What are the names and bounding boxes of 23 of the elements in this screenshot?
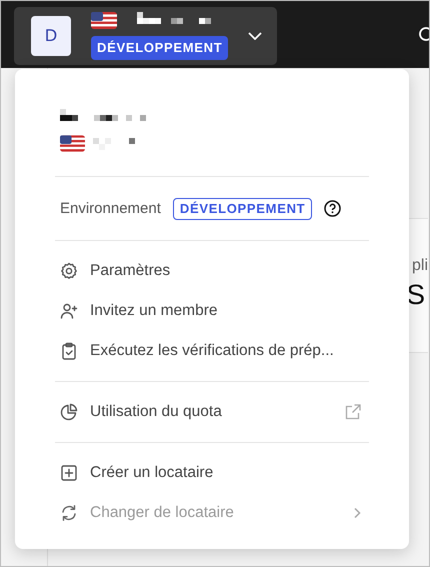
tenant-switcher-button[interactable]: D DÉVELOPPEMENT xyxy=(14,6,277,64)
help-icon[interactable] xyxy=(324,200,342,217)
us-flag-icon xyxy=(60,135,85,152)
card-value: S xyxy=(406,279,425,311)
menu-item[interactable]: Paramètres xyxy=(55,251,369,291)
tenant-avatar: D xyxy=(31,16,71,56)
pie-chart-icon xyxy=(60,403,78,421)
environment-label: Environnement xyxy=(60,200,161,217)
sync-icon xyxy=(60,504,78,522)
us-flag-icon xyxy=(91,12,117,29)
add-person-icon xyxy=(60,302,78,320)
environment-badge: DÉVELOPPEMENT xyxy=(91,36,228,60)
menu-item[interactable]: Invitez un membre xyxy=(55,291,369,331)
environment-badge: DÉVELOPPEMENT xyxy=(172,198,312,220)
clipboard-check-icon xyxy=(60,342,78,360)
chevron-down-icon xyxy=(248,32,262,40)
pixelated-text xyxy=(93,138,135,150)
card-title: pli xyxy=(412,257,428,275)
menu-item[interactable]: Créer un locataire xyxy=(55,453,369,493)
menu-item[interactable]: Exécutez les vérifications de prép... xyxy=(55,331,369,371)
plus-square-icon xyxy=(60,464,78,482)
menu-item[interactable]: Utilisation du quota xyxy=(55,392,369,432)
gear-icon xyxy=(60,262,78,280)
